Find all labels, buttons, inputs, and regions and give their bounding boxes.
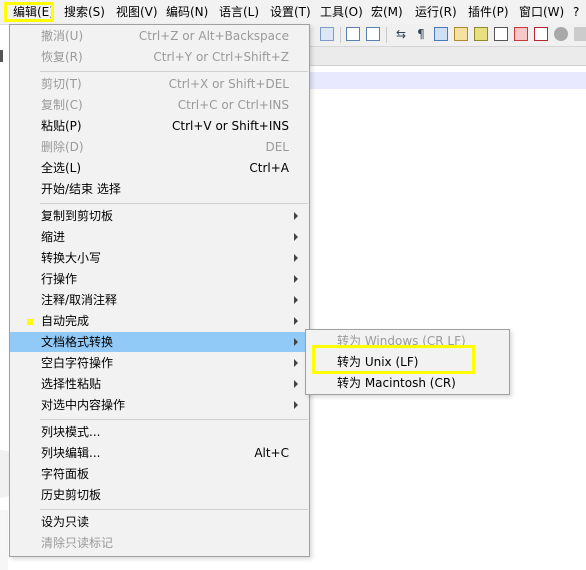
submenu-arrow-icon: [294, 233, 298, 241]
menu-help[interactable]: ?: [573, 4, 579, 21]
menu-item-blank-operations[interactable]: 空白字符操作: [10, 353, 309, 373]
doc-map-icon[interactable]: [474, 27, 488, 41]
menu-item-cut[interactable]: 剪切(T) Ctrl+X or Shift+DEL: [10, 74, 309, 94]
current-line-highlight: [310, 72, 586, 89]
toolbar-separator: [340, 27, 341, 43]
submenu-arrow-icon: [294, 359, 298, 367]
menu-item-paste[interactable]: 粘贴(P) Ctrl+V or Shift+INS: [10, 116, 309, 136]
submenu-arrow-icon: [294, 275, 298, 283]
menu-item-undo[interactable]: 撤消(U) Ctrl+Z or Alt+Backspace: [10, 26, 309, 46]
submenu-arrow-icon: [294, 401, 298, 409]
indent-guide-icon[interactable]: [434, 27, 448, 41]
menu-macro[interactable]: 宏(M): [371, 4, 403, 21]
submenu-arrow-icon: [294, 338, 298, 346]
menu-item-column-editor[interactable]: 列块编辑... Alt+C: [10, 443, 309, 463]
tab-bar: [310, 47, 586, 66]
menu-separator: [40, 71, 308, 72]
toolbar: ⇆ ¶: [310, 24, 586, 47]
edit-menu-dropdown: 撤消(U) Ctrl+Z or Alt+Backspace 恢复(R) Ctrl…: [9, 24, 310, 557]
menu-item-clear-read-only[interactable]: 清除只读标记: [10, 533, 309, 553]
submenu-item-to-macintosh[interactable]: 转为 Macintosh (CR): [306, 373, 509, 394]
highlight-box-unix-option: [312, 345, 475, 374]
menu-item-indent[interactable]: 缩进: [10, 227, 309, 247]
toolbar-separator: [386, 27, 387, 43]
submenu-arrow-icon: [294, 317, 298, 325]
highlight-box-edit-menu: [4, 2, 54, 22]
menu-item-line-operations[interactable]: 行操作: [10, 269, 309, 289]
menu-item-set-read-only[interactable]: 设为只读: [10, 512, 309, 532]
pilcrow-icon[interactable]: ¶: [414, 27, 428, 41]
menu-separator: [40, 419, 308, 420]
menu-item-auto-completion[interactable]: 自动完成: [10, 311, 309, 331]
menu-encoding[interactable]: 编码(N): [166, 4, 208, 21]
editor-gutter-shadow: [0, 510, 8, 570]
menu-settings[interactable]: 设置(T): [270, 4, 311, 21]
menu-tools[interactable]: 工具(O): [320, 4, 363, 21]
stop-macro-icon[interactable]: [574, 27, 586, 41]
monitoring-icon[interactable]: [534, 27, 548, 41]
menu-separator: [40, 509, 308, 510]
menu-item-paste-special[interactable]: 选择性粘贴: [10, 374, 309, 394]
editor-edge-mark: [0, 50, 3, 62]
menu-item-character-panel[interactable]: 字符面板: [10, 464, 309, 484]
menu-item-convert-case[interactable]: 转换大小写: [10, 248, 309, 268]
user-lang-icon[interactable]: [454, 27, 468, 41]
menu-item-copy[interactable]: 复制(C) Ctrl+C or Ctrl+INS: [10, 95, 309, 115]
menu-view[interactable]: 视图(V): [116, 4, 158, 21]
folder-as-workspace-icon[interactable]: [514, 27, 528, 41]
menu-item-column-mode[interactable]: 列块模式...: [10, 422, 309, 442]
submenu-arrow-icon: [294, 254, 298, 262]
menu-window[interactable]: 窗口(W): [519, 4, 564, 21]
menu-item-begin-end-select[interactable]: 开始/结束 选择: [10, 179, 309, 199]
menu-item-redo[interactable]: 恢复(R) Ctrl+Y or Ctrl+Shift+Z: [10, 47, 309, 67]
function-list-icon[interactable]: [494, 27, 508, 41]
sync-scroll-icon[interactable]: ⇆: [394, 27, 408, 41]
menu-item-select-all[interactable]: 全选(L) Ctrl+A: [10, 158, 309, 178]
submenu-arrow-icon: [294, 212, 298, 220]
submenu-arrow-icon: [294, 296, 298, 304]
menu-plugins[interactable]: 插件(P): [468, 4, 509, 21]
zoom-in-icon[interactable]: [346, 27, 360, 41]
menu-item-eol-conversion[interactable]: 文档格式转换: [10, 332, 309, 352]
find-icon[interactable]: [320, 27, 334, 41]
menu-item-delete[interactable]: 删除(D) DEL: [10, 137, 309, 157]
record-macro-icon[interactable]: [554, 27, 568, 41]
highlight-dot: [27, 319, 33, 325]
menu-run[interactable]: 运行(R): [415, 4, 457, 21]
menu-item-on-selection[interactable]: 对选中内容操作: [10, 395, 309, 415]
menu-separator: [40, 203, 308, 204]
menu-item-copy-to-clipboard[interactable]: 复制到剪切板: [10, 206, 309, 226]
menu-item-comment-uncomment[interactable]: 注释/取消注释: [10, 290, 309, 310]
zoom-out-icon[interactable]: [366, 27, 380, 41]
submenu-arrow-icon: [294, 380, 298, 388]
menu-search[interactable]: 搜索(S): [64, 4, 105, 21]
menu-item-clipboard-history[interactable]: 历史剪切板: [10, 485, 309, 505]
menu-bar: 编辑(E) 搜索(S) 视图(V) 编码(N) 语言(L) 设置(T) 工具(O…: [0, 0, 586, 25]
menu-language[interactable]: 语言(L): [219, 4, 259, 21]
